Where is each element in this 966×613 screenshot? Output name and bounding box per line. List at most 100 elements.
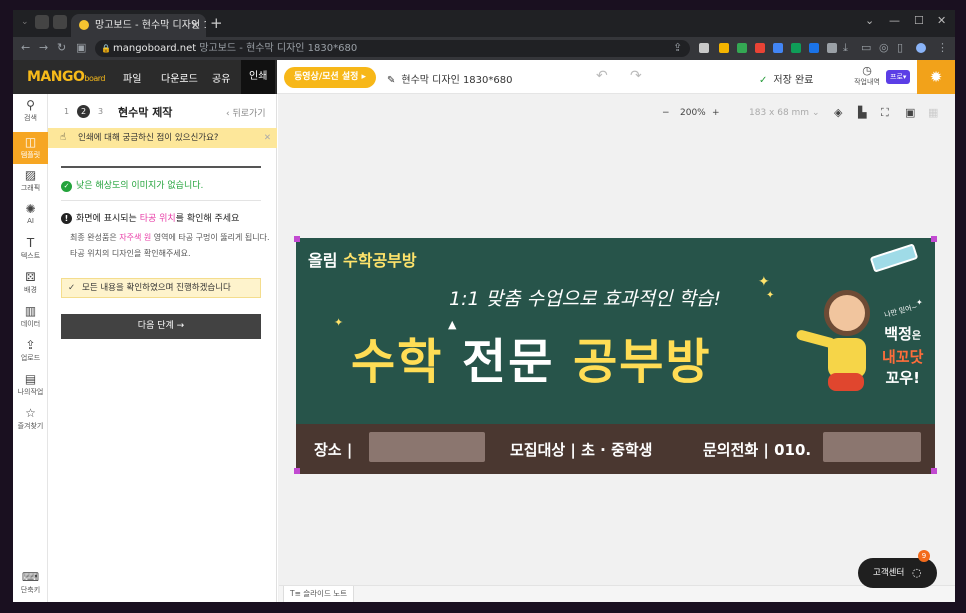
ruler-icon[interactable]: ▙ (858, 106, 866, 119)
share-icon[interactable]: ⇪ (673, 41, 682, 54)
cast-icon[interactable]: ▭ (861, 41, 871, 54)
banner-text: 공부방 (573, 334, 712, 390)
rail-label: 텍스트 (20, 252, 41, 260)
banner-headline[interactable]: 수학 전문 공부방 (351, 322, 712, 392)
step-2[interactable]: 2 (77, 105, 90, 118)
tab-list-icon[interactable]: ⌄ (865, 14, 874, 27)
notice-text: 인쇄에 대해 궁금하신 점이 있으신가요? (78, 133, 219, 143)
pinned-tab-icon[interactable] (35, 15, 49, 29)
browser-window: ⌄ 망고보드 - 현수막 디자인 1 ✕ + ⌄ — ☐ ✕ ← → ↻ ▣ 🔒… (13, 10, 955, 602)
rail-favorites[interactable]: ☆ 즐겨찾기 (13, 406, 48, 436)
rail-upload[interactable]: ⇪ 업로드 (13, 338, 48, 368)
rail-label: 배경 (24, 286, 37, 294)
rail-label: AI (27, 217, 34, 225)
pinned-tab-icon[interactable] (53, 15, 67, 29)
history-label: 작업내역 (854, 78, 880, 86)
close-notice-icon[interactable]: ✕ (264, 128, 271, 148)
extension-icon[interactable] (827, 43, 837, 53)
reload-icon[interactable]: ↻ (57, 41, 66, 54)
menu-share[interactable]: 공유 (212, 70, 230, 85)
pill-label: 동영상/모션 설정 (294, 72, 359, 82)
extension-icon[interactable] (755, 43, 765, 53)
rail-my-work[interactable]: ▤ 나의작업 (13, 372, 48, 402)
close-window-icon[interactable]: ✕ (937, 14, 946, 27)
grid-icon[interactable]: ▦ (928, 106, 938, 119)
rail-ai[interactable]: ✺ AI (13, 202, 48, 232)
side-panel-icon[interactable]: ▯ (897, 41, 903, 54)
support-label: 고객센터 (873, 568, 905, 578)
banner-small-caption[interactable]: 나만 믿어~ (883, 302, 919, 320)
back-link[interactable]: ‹ 뒤로가기 (226, 106, 266, 119)
menu-file[interactable]: 파일 (123, 70, 141, 85)
eraser-graphic[interactable] (869, 243, 919, 273)
history-button[interactable]: ◷ 작업내역 (851, 64, 883, 87)
zoom-in-icon[interactable]: + (712, 108, 720, 118)
blurred-phone (823, 432, 921, 462)
minimize-icon[interactable]: — (889, 14, 900, 27)
mangoboard-logo[interactable]: MANGOboard (27, 69, 105, 85)
desc-highlight: 자주색 원 (119, 233, 152, 242)
settings-gear-icon[interactable]: ✹ (917, 60, 955, 94)
redo-icon[interactable]: ↷ (630, 68, 642, 84)
site-info-icon[interactable]: ▣ (76, 41, 86, 54)
zoom-out-icon[interactable]: − (662, 108, 670, 118)
menu-print[interactable]: 인쇄 (241, 60, 276, 94)
profile-avatar-icon[interactable] (916, 43, 926, 53)
undo-icon[interactable]: ↶ (596, 68, 608, 84)
slide-note-tab[interactable]: T≡ 슬라이드 노트 (283, 586, 355, 602)
document-title[interactable]: ✎ 현수막 디자인 1830*680 (387, 71, 512, 86)
fit-screen-icon[interactable]: ⛶ (881, 106, 889, 120)
size-select[interactable]: 183 x 68 mm ⌄ (749, 108, 819, 118)
character-illustration[interactable] (828, 338, 866, 378)
screenshot-icon[interactable]: ◎ (879, 41, 889, 54)
banner-info-bar[interactable]: 장소 | 모집대상 | 초 · 중학생 문의전화 | 010. (296, 424, 935, 474)
extension-icon[interactable] (773, 43, 783, 53)
zoom-level[interactable]: 200% (680, 108, 706, 118)
banner-text: 백정 (884, 325, 912, 343)
extension-icon[interactable] (809, 43, 819, 53)
search-icon: ⚲ (26, 98, 35, 112)
extension-icon[interactable] (791, 43, 801, 53)
confirm-checkbox[interactable]: ✓ 모든 내용을 확인하였으며 진행하겠습니다 (61, 278, 261, 298)
forward-icon[interactable]: → (39, 41, 48, 54)
pro-badge-button[interactable]: 프로▾ (886, 70, 911, 84)
rail-background[interactable]: ⚄ 배경 (13, 270, 48, 300)
menu-download[interactable]: 다운로드 (161, 70, 198, 85)
extension-icon[interactable] (737, 43, 747, 53)
extension-icon[interactable] (699, 43, 709, 53)
character-illustration[interactable] (824, 290, 870, 336)
preview-icon[interactable]: ▣ (905, 106, 915, 119)
banner-design[interactable]: 올림 수학공부방 1:1 맞춤 수업으로 효과적인 학습! ✦ ✦ ✦ ▲ 수학… (296, 238, 935, 474)
next-step-button[interactable]: 다음 단계 → (61, 314, 261, 339)
tab-search-icon[interactable]: ⌄ (21, 17, 29, 27)
rail-search[interactable]: ⚲ 검색 (13, 98, 48, 128)
url-domain: mangoboard.net (113, 43, 197, 54)
step-1[interactable]: 1 (60, 105, 73, 118)
banner-side-text[interactable]: 백정은 내꼬닷 꼬우! (882, 324, 923, 389)
new-tab-icon[interactable]: + (210, 14, 223, 32)
back-label: 뒤로가기 (232, 109, 266, 119)
note-icon: T≡ (290, 589, 304, 598)
download-icon[interactable]: ⤓ (843, 41, 848, 55)
banner-academy-name[interactable]: 올림 수학공부방 (308, 247, 417, 271)
banner-slogan[interactable]: 1:1 맞춤 수업으로 효과적인 학습! (449, 284, 721, 311)
url-input[interactable]: 🔒 mangoboard.net 망고보드 - 현수막 디자인 1830*680 (95, 40, 690, 57)
rail-shortcuts[interactable]: ⌨ 단축키 (13, 570, 48, 598)
rail-text[interactable]: T 텍스트 (13, 236, 48, 266)
rail-data[interactable]: ▥ 데이터 (13, 304, 48, 334)
layers-icon[interactable]: ◈ (834, 106, 842, 119)
rail-graphic[interactable]: ▨ 그래픽 (13, 168, 48, 198)
rail-template[interactable]: ◫ 템플릿 (13, 132, 48, 164)
extension-icon[interactable] (719, 43, 729, 53)
active-tab[interactable]: 망고보드 - 현수막 디자인 1 ✕ (71, 14, 206, 37)
close-tab-icon[interactable]: ✕ (191, 14, 200, 37)
character-illustration[interactable] (828, 373, 864, 391)
step-3[interactable]: 3 (94, 105, 107, 118)
back-icon[interactable]: ← (21, 41, 30, 54)
customer-center-button[interactable]: 고객센터 ◌ (858, 558, 937, 588)
maximize-icon[interactable]: ☐ (914, 14, 924, 27)
divider (61, 200, 261, 201)
print-help-notice[interactable]: ☝ 인쇄에 대해 궁금하신 점이 있으신가요? ✕ (48, 128, 277, 148)
video-motion-settings-button[interactable]: 동영상/모션 설정 ▸ (284, 67, 377, 88)
browser-menu-icon[interactable]: ⋮ (937, 41, 948, 54)
